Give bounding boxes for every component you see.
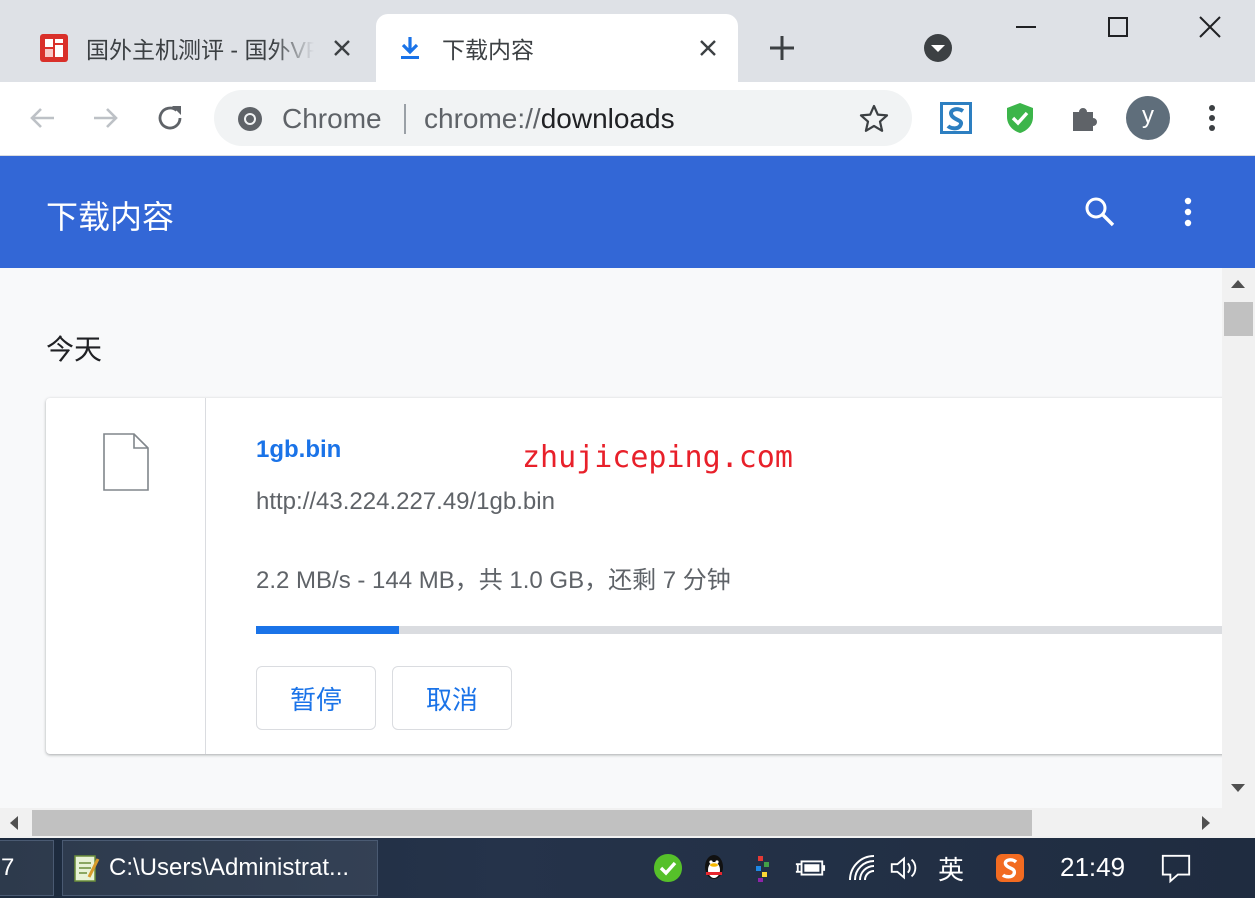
file-url-link[interactable]: http://43.224.227.49/1gb.bin (256, 488, 555, 516)
tab-zhujiceping[interactable]: 国外主机测评 - 国外VPS (20, 14, 372, 82)
back-arrow-icon[interactable] (24, 100, 60, 136)
watermark: zhujiceping.com (522, 440, 793, 475)
downloads-header: 下载内容 (0, 156, 1255, 268)
taskbar-window-title: C:\Users\Administrat... (109, 854, 350, 881)
kebab-menu-icon[interactable] (1170, 194, 1206, 230)
minimize-icon[interactable] (1008, 12, 1044, 44)
tab-strip: 国外主机测评 - 国外VPS 下载内容 (0, 0, 1255, 82)
notepad-icon (71, 853, 101, 883)
ime-indicator[interactable]: 英 (938, 850, 964, 887)
omnibox-url[interactable]: chrome://downloads (424, 103, 675, 135)
omnibox-origin: Chrome (282, 103, 382, 134)
security-tray-icon[interactable] (652, 852, 684, 884)
qq-penguin-icon[interactable] (698, 852, 730, 884)
maximize-icon[interactable] (1100, 12, 1136, 44)
scroll-down-arrow[interactable] (1231, 784, 1245, 792)
pause-button[interactable]: 暂停 (256, 666, 376, 730)
search-icon[interactable] (1082, 194, 1118, 230)
chrome-icon (236, 105, 264, 133)
tab-title: 下载内容 (442, 37, 534, 63)
progress-bar (256, 626, 1222, 634)
page-title: 下载内容 (46, 199, 175, 235)
download-item-card: 1gb.bin zhujiceping.com http://43.224.22… (46, 398, 1222, 754)
shield-check-icon[interactable] (1002, 100, 1038, 136)
scroll-up-arrow[interactable] (1231, 280, 1245, 288)
scroll-right-arrow[interactable] (1202, 816, 1210, 830)
reload-icon[interactable] (152, 100, 188, 136)
extension-s-icon[interactable] (938, 100, 974, 136)
battery-icon[interactable] (794, 852, 826, 884)
vertical-scrollbar[interactable] (1222, 268, 1255, 808)
favicon-icon (38, 32, 70, 64)
tab-title: 国外主机测评 - 国外VPS (86, 37, 314, 63)
kebab-menu-icon[interactable] (1194, 100, 1230, 136)
file-icon (102, 432, 150, 492)
scroll-corner (1222, 808, 1255, 838)
cancel-button[interactable]: 取消 (392, 666, 512, 730)
scroll-left-arrow[interactable] (10, 816, 18, 830)
file-icon-column (46, 398, 206, 754)
taskbar-item-partial[interactable]: 7 (0, 840, 54, 896)
vertical-scroll-thumb[interactable] (1224, 302, 1253, 336)
star-icon[interactable] (858, 103, 890, 135)
horizontal-scroll-thumb[interactable] (32, 810, 1032, 836)
download-status: 2.2 MB/s - 144 MB，共 1.0 GB，还剩 7 分钟 (256, 567, 731, 594)
forward-arrow-icon[interactable] (88, 100, 124, 136)
network-icon[interactable] (846, 852, 878, 884)
omnibox-separator (404, 104, 406, 134)
omnibox[interactable]: Chrome chrome://downloads (214, 90, 912, 146)
taskbar-item-notepad[interactable]: C:\Users\Administrat... (62, 840, 378, 896)
plus-icon[interactable] (764, 30, 800, 66)
close-icon[interactable] (330, 36, 354, 60)
download-icon (394, 32, 426, 64)
tab-search-icon[interactable] (922, 32, 954, 64)
date-section-label: 今天 (46, 334, 103, 365)
horizontal-scrollbar[interactable] (0, 808, 1222, 838)
progress-fill (256, 626, 399, 634)
tab-downloads[interactable]: 下载内容 (376, 14, 738, 82)
url-host: downloads (540, 103, 675, 134)
file-name-link[interactable]: 1gb.bin (256, 436, 341, 464)
close-icon[interactable] (696, 36, 720, 60)
volume-icon[interactable] (888, 852, 920, 884)
downloads-list: 今天 1gb.bin zhujiceping.com http://43.224… (0, 268, 1222, 808)
puzzle-icon[interactable] (1066, 100, 1102, 136)
taskbar-clock[interactable]: 21:49 (1060, 852, 1125, 883)
avatar[interactable]: y (1126, 96, 1170, 140)
sogou-input-icon[interactable] (994, 852, 1026, 884)
browser-toolbar: Chrome chrome://downloads y (0, 82, 1255, 156)
taskbar: 7 C:\Users\Administrat... 英 21:49 (0, 838, 1255, 898)
close-icon[interactable] (1192, 12, 1228, 44)
notification-icon[interactable] (1160, 852, 1192, 884)
color-dots-icon[interactable] (746, 852, 778, 884)
url-scheme: chrome:// (424, 103, 541, 134)
